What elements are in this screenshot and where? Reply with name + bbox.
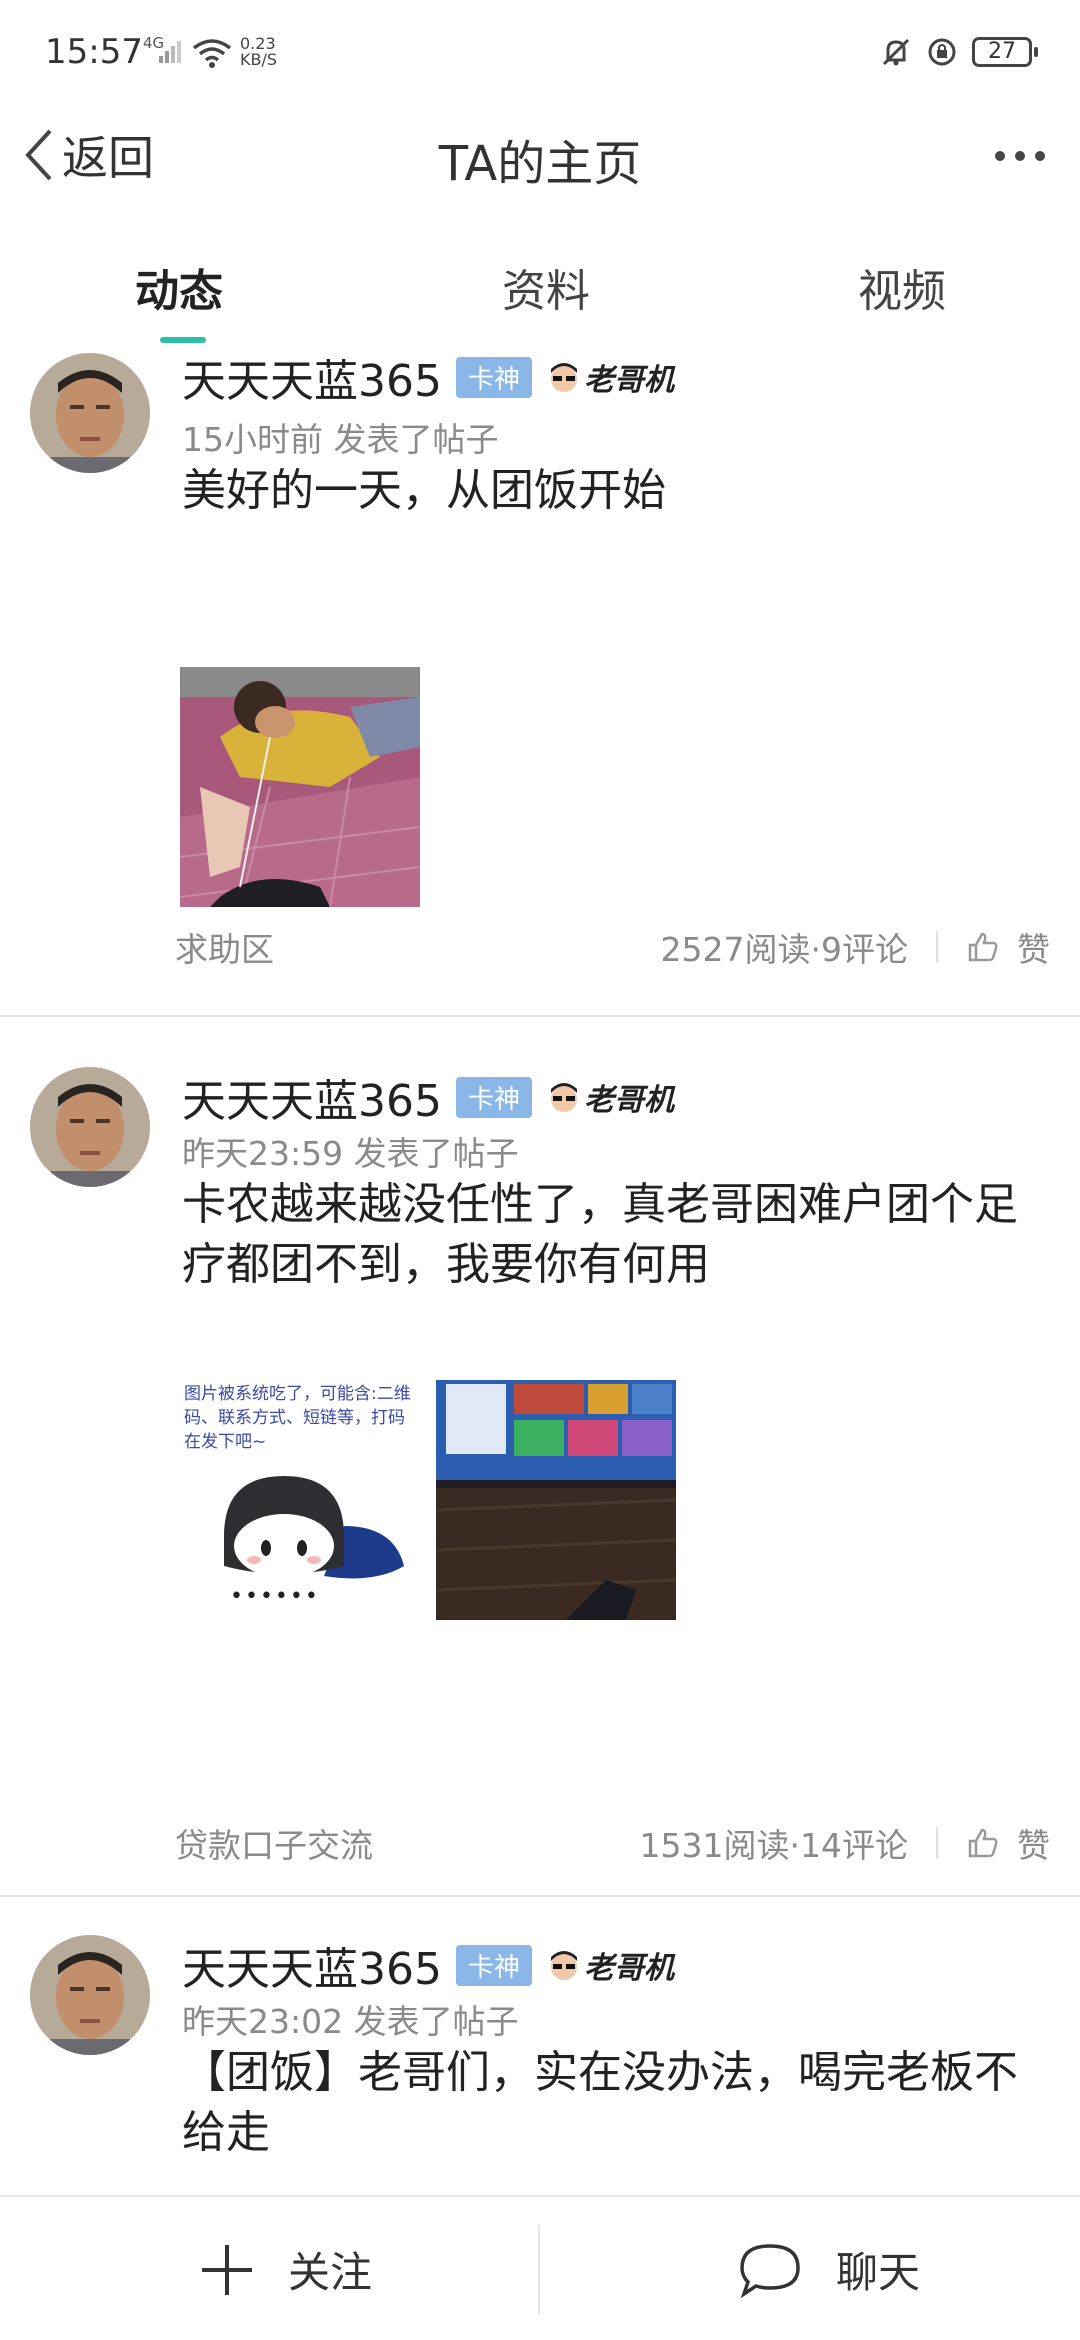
thumbs-up-icon [968,932,998,962]
back-button[interactable]: 返回 [24,122,154,188]
post-item[interactable]: 天天天蓝365 卡神 老哥机 昨天23:02 发表了帖子 【团饭】老哥们，实在没… [0,1897,1080,2195]
driver-badge: 老哥机 [546,1943,674,1987]
avatar[interactable] [30,353,150,473]
username[interactable]: 天天天蓝365 [182,1933,442,1997]
post-footer: 求助区 2527阅读·9评论 赞 [175,923,1050,973]
footer-divider [936,1827,938,1859]
status-time: 15:57 [45,32,143,72]
driver-badge: 老哥机 [546,1075,674,1119]
app-header: 返回 TA的主页 [0,100,1080,210]
image-removed-text: 图片被系统吃了，可能含:二维码、联系方式、短链等，打码在发下吧~ [184,1384,411,1452]
tab-indicator [160,337,206,343]
back-label: 返回 [62,131,154,185]
post-content[interactable]: 卡农越来越没任性了，真老哥困难户团个足疗都团不到，我要你有何用 [182,1175,1042,1295]
post-image[interactable] [436,1380,676,1620]
post-meta: 昨天23:59 发表了帖子 [182,1127,519,1175]
post-meta: 15小时前 发表了帖子 [182,413,499,461]
loading-dots: •••••• [230,1584,320,1609]
like-button[interactable]: 赞 [967,1819,1050,1867]
like-label: 赞 [1017,930,1050,969]
avatar-photo [30,1935,150,2055]
status-bar: 15:57 4G 0.23 KB/S 27 [0,0,1080,100]
driver-badge: 老哥机 [546,355,674,399]
follow-button[interactable]: 关注 [200,2197,372,2340]
tab-profile[interactable]: 资料 [502,255,590,319]
post-feed[interactable]: 天天天蓝365 卡神 老哥机 15小时前 发表了帖子 美好的一天，从团饭开始 求… [0,345,1080,2195]
post-content[interactable]: 美好的一天，从团饭开始 [182,461,1042,521]
cartoon-character-icon [224,1476,404,1579]
post-time: 昨天23:02 [182,2002,344,2041]
sunglasses-face-icon [551,363,577,392]
chat-label: 聊天 [836,2248,921,2297]
thumbs-up-icon [968,1828,998,1858]
post-stats: 2527阅读·9评论 [660,930,908,969]
post-author: 天天天蓝365 卡神 老哥机 [182,345,674,409]
post-author: 天天天蓝365 卡神 老哥机 [182,1065,674,1129]
post-action: 发表了帖子 [333,420,499,459]
post-stats: 1531阅读·14评论 [639,1826,908,1865]
more-options-icon[interactable] [992,136,1048,176]
like-label: 赞 [1017,1826,1050,1865]
follow-label: 关注 [288,2248,373,2297]
driver-badge-label: 老哥机 [584,363,674,398]
post-meta: 昨天23:02 发表了帖子 [182,1995,519,2043]
chat-bubble-icon [740,2243,800,2298]
username[interactable]: 天天天蓝365 [182,345,442,409]
post-time: 15小时前 [182,420,323,459]
post-divider [0,1015,1080,1017]
bottom-bar-divider [538,2225,540,2315]
post-category[interactable]: 求助区 [175,923,274,971]
post-category[interactable]: 贷款口子交流 [175,1819,373,1867]
chevron-left-icon [25,129,52,181]
page-title: TA的主页 [438,136,642,192]
tab-bar: 动态 资料 视频 [0,235,1080,345]
avatar[interactable] [30,1935,150,2055]
rank-badge: 卡神 [455,1944,532,1986]
post-action: 发表了帖子 [353,1134,519,1173]
network-speed: 0.23 KB/S [240,36,277,68]
bell-muted-icon [882,38,910,66]
post-action: 发表了帖子 [353,2002,519,2041]
signal-icon [159,41,181,63]
avatar-photo [30,353,150,473]
sunglasses-face-icon [551,1951,577,1980]
like-button[interactable]: 赞 [967,923,1050,971]
post-image[interactable] [180,667,420,907]
rank-badge: 卡神 [455,1076,532,1118]
plus-icon [202,2244,252,2295]
post-item[interactable]: 天天天蓝365 卡神 老哥机 昨天23:59 发表了帖子 卡农越来越没任性了，真… [0,1027,1080,1897]
image-removed-notice[interactable]: 图片被系统吃了，可能含:二维码、联系方式、短链等，打码在发下吧~ •••••• [180,1380,420,1620]
driver-badge-label: 老哥机 [584,1951,674,1986]
post-photo [180,667,420,907]
username[interactable]: 天天天蓝365 [182,1065,442,1129]
post-content[interactable]: 【团饭】老哥们，实在没办法，喝完老板不给走 [182,2043,1042,2163]
status-icons: 27 [880,36,1038,68]
post-photo [436,1380,676,1620]
rank-badge: 卡神 [455,356,532,398]
sunglasses-face-icon [551,1083,577,1112]
battery-indicator: 27 [972,37,1038,67]
bottom-action-bar: 关注 聊天 [0,2195,1080,2340]
tab-video[interactable]: 视频 [858,255,946,319]
avatar-photo [30,1067,150,1187]
network-speed-unit: KB/S [240,50,278,69]
post-time: 昨天23:59 [182,1134,344,1173]
footer-divider [936,931,938,963]
post-footer: 贷款口子交流 1531阅读·14评论 赞 [175,1819,1050,1869]
tab-feed[interactable]: 动态 [135,255,223,319]
driver-badge-label: 老哥机 [584,1083,674,1118]
post-item[interactable]: 天天天蓝365 卡神 老哥机 15小时前 发表了帖子 美好的一天，从团饭开始 求… [0,345,1080,1017]
post-author: 天天天蓝365 卡神 老哥机 [182,1933,674,1997]
chat-button[interactable]: 聊天 [738,2197,920,2340]
wifi-icon [192,39,232,68]
avatar[interactable] [30,1067,150,1187]
rotation-lock-icon [928,38,956,66]
